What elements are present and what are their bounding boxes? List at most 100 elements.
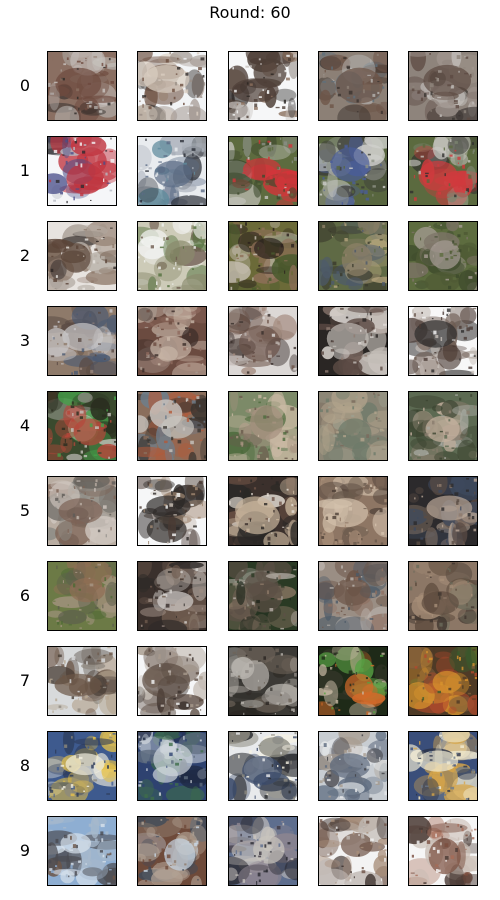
sample-image — [318, 51, 388, 121]
sample-image-content — [138, 52, 206, 120]
sample-image — [228, 221, 298, 291]
sample-image-content — [48, 732, 116, 800]
sample-image-content — [48, 137, 116, 205]
row-label-8: 8 — [19, 756, 31, 775]
figure: Round: 60 0 1 2 3 4 5 6 7 8 9 — [0, 0, 500, 900]
sample-image-content — [138, 817, 206, 885]
sample-image — [408, 816, 478, 886]
sample-image — [408, 561, 478, 631]
sample-image — [228, 136, 298, 206]
sample-image — [408, 136, 478, 206]
sample-image — [137, 221, 207, 291]
sample-image — [47, 51, 117, 121]
sample-image-content — [48, 52, 116, 120]
sample-image — [47, 561, 117, 631]
sample-image-content — [409, 307, 477, 375]
sample-image-content — [48, 307, 116, 375]
sample-image-content — [319, 562, 387, 630]
sample-image-content — [138, 222, 206, 290]
sample-image — [137, 476, 207, 546]
row-label-0: 0 — [19, 76, 31, 95]
sample-image — [318, 731, 388, 801]
sample-image-content — [409, 647, 477, 715]
sample-image-content — [229, 562, 297, 630]
sample-image-content — [229, 137, 297, 205]
sample-image-content — [138, 137, 206, 205]
sample-image-content — [48, 222, 116, 290]
sample-image-content — [409, 392, 477, 460]
sample-image — [137, 816, 207, 886]
sample-image — [137, 391, 207, 461]
sample-image-content — [48, 817, 116, 885]
sample-image-content — [138, 732, 206, 800]
sample-image-content — [229, 732, 297, 800]
row-label-9: 9 — [19, 841, 31, 860]
sample-image-content — [229, 307, 297, 375]
sample-image — [137, 561, 207, 631]
row-label-7: 7 — [19, 671, 31, 690]
sample-image-content — [138, 477, 206, 545]
sample-image — [228, 731, 298, 801]
sample-image — [47, 306, 117, 376]
sample-image-content — [229, 222, 297, 290]
sample-image — [318, 476, 388, 546]
sample-image — [47, 816, 117, 886]
sample-image-content — [48, 562, 116, 630]
figure-title: Round: 60 — [209, 3, 291, 22]
sample-image-content — [319, 392, 387, 460]
row-label-2: 2 — [19, 246, 31, 265]
sample-image-content — [229, 52, 297, 120]
sample-image — [228, 476, 298, 546]
sample-image — [318, 221, 388, 291]
sample-image-content — [409, 222, 477, 290]
sample-image-content — [319, 137, 387, 205]
sample-image — [47, 221, 117, 291]
sample-image — [318, 646, 388, 716]
sample-image-content — [409, 477, 477, 545]
sample-image — [47, 136, 117, 206]
sample-image-content — [229, 392, 297, 460]
sample-image — [137, 136, 207, 206]
sample-image — [408, 391, 478, 461]
row-label-6: 6 — [19, 586, 31, 605]
row-label-5: 5 — [19, 501, 31, 520]
sample-image-content — [138, 647, 206, 715]
sample-image-content — [409, 52, 477, 120]
sample-image — [137, 646, 207, 716]
sample-image — [137, 731, 207, 801]
sample-image — [408, 646, 478, 716]
sample-image-content — [319, 647, 387, 715]
sample-image-content — [319, 222, 387, 290]
sample-image-content — [229, 817, 297, 885]
sample-image — [47, 646, 117, 716]
row-label-4: 4 — [19, 416, 31, 435]
sample-image-content — [138, 307, 206, 375]
sample-image — [47, 731, 117, 801]
row-label-3: 3 — [19, 331, 31, 350]
sample-image — [408, 51, 478, 121]
sample-image-content — [229, 647, 297, 715]
sample-image-content — [48, 392, 116, 460]
sample-image — [137, 306, 207, 376]
sample-image — [408, 306, 478, 376]
sample-image — [228, 391, 298, 461]
sample-image-content — [319, 307, 387, 375]
sample-image — [228, 646, 298, 716]
sample-image-content — [138, 562, 206, 630]
sample-image-content — [138, 392, 206, 460]
sample-image-content — [48, 647, 116, 715]
sample-image-content — [48, 477, 116, 545]
sample-image — [228, 51, 298, 121]
sample-image — [318, 816, 388, 886]
sample-image-content — [319, 817, 387, 885]
sample-image — [408, 731, 478, 801]
sample-image — [318, 561, 388, 631]
sample-image-content — [409, 562, 477, 630]
sample-image — [47, 476, 117, 546]
sample-image-content — [319, 732, 387, 800]
sample-image — [47, 391, 117, 461]
row-label-1: 1 — [19, 161, 31, 180]
sample-image — [228, 561, 298, 631]
sample-image-content — [229, 477, 297, 545]
sample-image — [228, 816, 298, 886]
